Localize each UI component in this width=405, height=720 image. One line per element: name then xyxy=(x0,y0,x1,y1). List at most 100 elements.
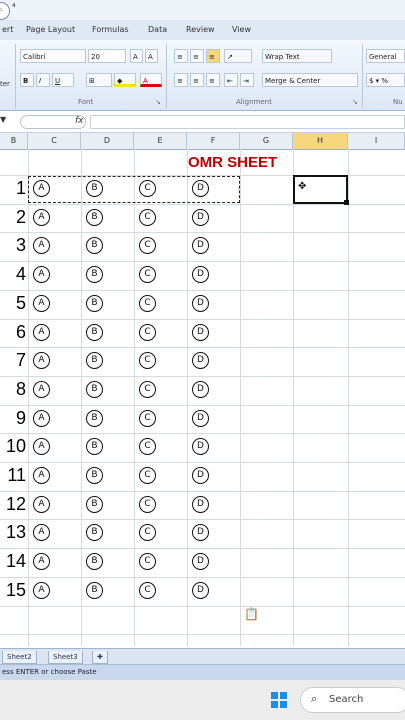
option-bubble-a[interactable]: A xyxy=(33,237,50,255)
align-top-icon[interactable]: ≡ xyxy=(174,49,188,63)
option-bubble-d[interactable]: D xyxy=(192,495,209,513)
option-bubble-c[interactable]: C xyxy=(139,495,156,513)
align-center-icon[interactable]: ≡ xyxy=(190,73,204,87)
bold-icon[interactable]: B xyxy=(20,73,34,87)
column-header-h[interactable]: H xyxy=(293,133,348,149)
option-bubble-b[interactable]: B xyxy=(86,581,103,599)
row-number[interactable]: 10 xyxy=(0,432,26,460)
option-bubble-a[interactable]: A xyxy=(33,409,50,427)
decrease-indent-icon[interactable]: ⇤ xyxy=(224,73,238,87)
option-bubble-b[interactable]: B xyxy=(86,495,103,513)
tab-view[interactable]: View xyxy=(232,25,251,34)
option-bubble-b[interactable]: B xyxy=(86,294,103,312)
align-left-icon[interactable]: ≡ xyxy=(174,73,188,87)
option-bubble-d[interactable]: D xyxy=(192,237,209,255)
row-number[interactable]: 11 xyxy=(0,461,26,489)
tab-insert[interactable]: ert xyxy=(2,25,13,34)
row-number[interactable]: 8 xyxy=(0,375,26,403)
formula-input[interactable] xyxy=(90,115,405,129)
option-bubble-c[interactable]: C xyxy=(139,438,156,456)
column-header-g[interactable]: G xyxy=(240,133,293,149)
option-bubble-d[interactable]: D xyxy=(192,266,209,284)
option-bubble-a[interactable]: A xyxy=(33,581,50,599)
option-bubble-d[interactable]: D xyxy=(192,294,209,312)
option-bubble-c[interactable]: C xyxy=(139,294,156,312)
merge-center-button[interactable]: Merge & Center xyxy=(262,73,358,87)
italic-icon[interactable]: I xyxy=(36,73,50,87)
align-right-icon[interactable]: ≡ xyxy=(206,73,220,87)
column-header-i[interactable]: I xyxy=(348,133,405,149)
option-bubble-d[interactable]: D xyxy=(192,581,209,599)
font-size-select[interactable]: 20 xyxy=(88,49,126,63)
sheet-tab-sheet3[interactable]: Sheet3 xyxy=(48,651,83,664)
font-dialog-icon[interactable]: ↘ xyxy=(155,98,161,106)
option-bubble-a[interactable]: A xyxy=(33,208,50,226)
row-number[interactable]: 12 xyxy=(0,490,26,518)
option-bubble-d[interactable]: D xyxy=(192,208,209,226)
row-number[interactable]: 3 xyxy=(0,231,26,259)
font-color-icon[interactable]: A xyxy=(140,73,162,87)
row-number[interactable]: 14 xyxy=(0,547,26,575)
fill-handle[interactable] xyxy=(344,200,349,205)
column-header-b[interactable]: B xyxy=(0,133,28,149)
shrink-font-icon[interactable]: A xyxy=(145,49,158,63)
currency-format-icon[interactable]: $ ▾ % xyxy=(366,73,405,87)
option-bubble-a[interactable]: A xyxy=(33,323,50,341)
option-bubble-a[interactable]: A xyxy=(33,294,50,312)
option-bubble-d[interactable]: D xyxy=(192,380,209,398)
option-bubble-c[interactable]: C xyxy=(139,524,156,542)
row-number[interactable]: 4 xyxy=(0,260,26,288)
option-bubble-c[interactable]: C xyxy=(139,266,156,284)
underline-icon[interactable]: U xyxy=(52,73,74,87)
option-bubble-c[interactable]: C xyxy=(139,208,156,226)
active-cell[interactable]: ✥ xyxy=(293,175,349,205)
row-number[interactable]: 13 xyxy=(0,518,26,546)
paste-options-icon[interactable]: 📋 xyxy=(244,607,259,621)
option-bubble-c[interactable]: C xyxy=(139,467,156,484)
column-header-c[interactable]: C xyxy=(28,133,81,149)
row-number[interactable]: 6 xyxy=(0,318,26,346)
grow-font-icon[interactable]: A xyxy=(130,49,143,63)
option-bubble-a[interactable]: A xyxy=(33,524,50,542)
align-middle-icon[interactable]: ≡ xyxy=(190,49,204,63)
column-header-d[interactable]: D xyxy=(81,133,134,149)
orientation-icon[interactable]: ↗ xyxy=(224,49,252,63)
option-bubble-d[interactable]: D xyxy=(192,409,209,427)
wrap-text-button[interactable]: Wrap Text xyxy=(262,49,332,63)
option-bubble-d[interactable]: D xyxy=(192,467,209,484)
option-bubble-c[interactable]: C xyxy=(139,380,156,398)
option-bubble-d[interactable]: D xyxy=(192,352,209,370)
option-bubble-b[interactable]: B xyxy=(86,237,103,255)
row-number[interactable]: 9 xyxy=(0,404,26,432)
option-bubble-c[interactable]: C xyxy=(139,237,156,255)
option-bubble-b[interactable]: B xyxy=(86,467,103,484)
name-box-dropdown-icon[interactable]: ▼ xyxy=(0,115,16,129)
option-bubble-a[interactable]: A xyxy=(33,266,50,284)
tab-review[interactable]: Review xyxy=(186,25,215,34)
worksheet-grid[interactable]: OMR SHEET 1ABCD2ABCD3ABCD4ABCD5ABCD6ABCD… xyxy=(0,149,405,646)
option-bubble-b[interactable]: B xyxy=(86,266,103,284)
option-bubble-b[interactable]: B xyxy=(86,524,103,542)
insert-function-icon[interactable]: fx xyxy=(75,116,84,126)
option-bubble-b[interactable]: B xyxy=(86,323,103,341)
tab-data[interactable]: Data xyxy=(148,25,167,34)
row-number[interactable]: 7 xyxy=(0,346,26,374)
sheet-tab-sheet2[interactable]: Sheet2 xyxy=(2,651,37,664)
row-number[interactable]: 5 xyxy=(0,289,26,317)
option-bubble-a[interactable]: A xyxy=(33,553,50,571)
borders-icon[interactable]: ⊞ xyxy=(86,73,112,87)
option-bubble-c[interactable]: C xyxy=(139,323,156,341)
option-bubble-c[interactable]: C xyxy=(139,553,156,571)
paste-label[interactable]: ter xyxy=(0,80,10,88)
quick-access-icon[interactable]: ◦ xyxy=(0,2,10,20)
option-bubble-d[interactable]: D xyxy=(192,438,209,456)
option-bubble-a[interactable]: A xyxy=(33,467,50,484)
option-bubble-a[interactable]: A xyxy=(33,352,50,370)
option-bubble-d[interactable]: D xyxy=(192,323,209,341)
align-bottom-icon[interactable]: ≡ xyxy=(206,49,220,63)
option-bubble-d[interactable]: D xyxy=(192,524,209,542)
option-bubble-c[interactable]: C xyxy=(139,352,156,370)
windows-start-icon[interactable] xyxy=(271,692,287,708)
option-bubble-a[interactable]: A xyxy=(33,438,50,456)
option-bubble-b[interactable]: B xyxy=(86,380,103,398)
